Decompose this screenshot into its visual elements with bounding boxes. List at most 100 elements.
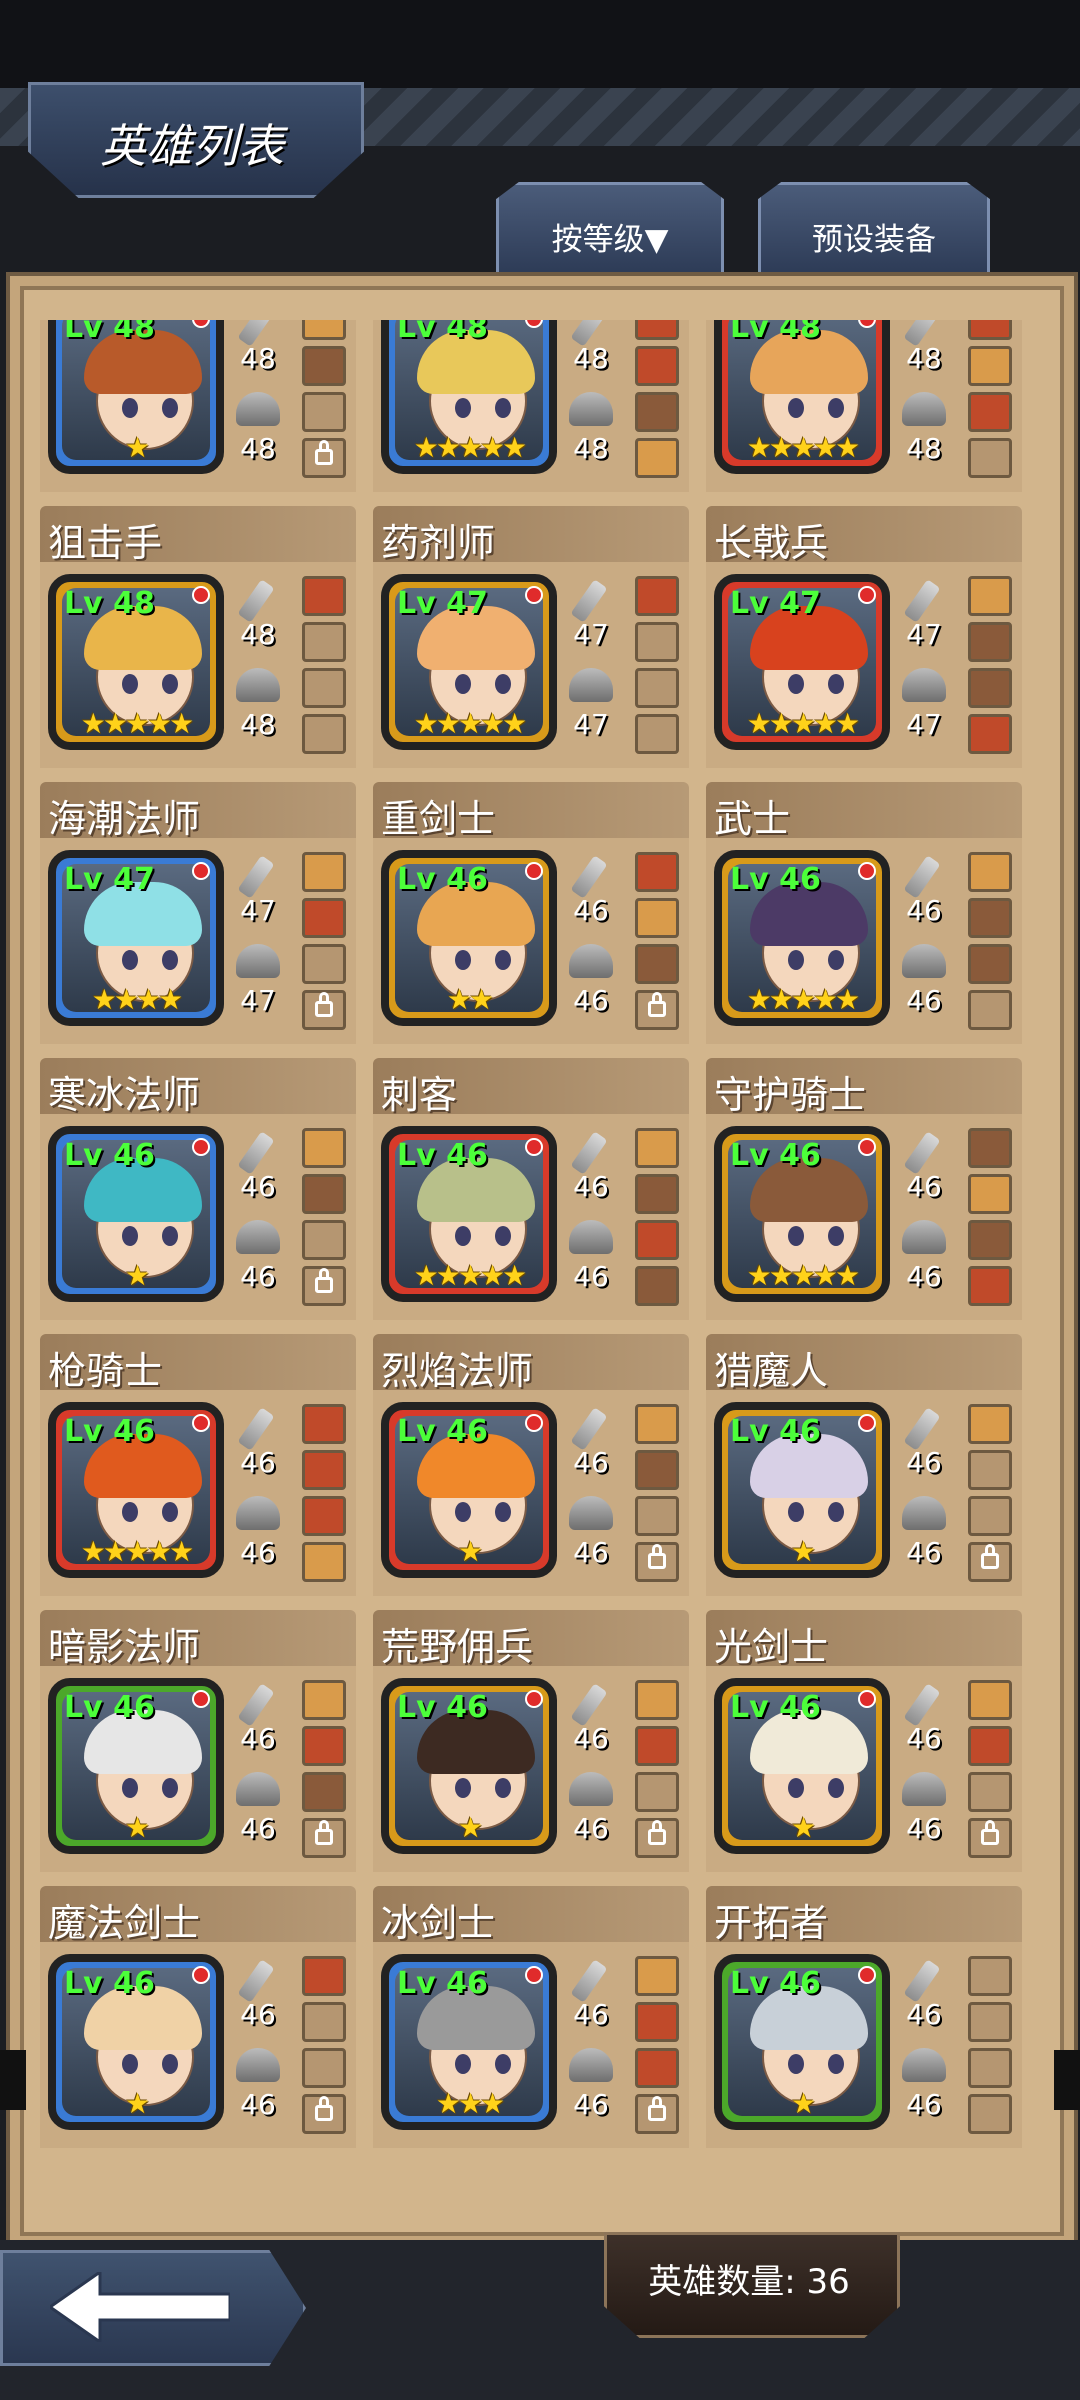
equipment-slot[interactable] bbox=[635, 2048, 679, 2088]
equipment-slot[interactable] bbox=[635, 1680, 679, 1720]
equipment-slot[interactable] bbox=[635, 1496, 679, 1536]
hero-card[interactable]: 重剑士 Lv 46 ★★ 46 46 bbox=[373, 782, 689, 1044]
equipment-slot[interactable] bbox=[302, 346, 346, 386]
equipment-slot[interactable] bbox=[968, 1174, 1012, 1214]
sort-by-level-button[interactable]: 按等级▼ bbox=[496, 182, 724, 277]
hero-portrait[interactable]: Lv 46 ★ bbox=[714, 1402, 890, 1578]
equipment-slot[interactable] bbox=[635, 346, 679, 386]
equipment-slot[interactable] bbox=[968, 1726, 1012, 1766]
equipment-slot[interactable] bbox=[635, 438, 679, 478]
equipment-slot[interactable] bbox=[302, 990, 346, 1030]
equipment-slot[interactable] bbox=[968, 1956, 1012, 1996]
hero-portrait[interactable]: Lv 46 ★★★★★ bbox=[714, 850, 890, 1026]
hero-portrait[interactable]: Lv 46 ★ bbox=[381, 1402, 557, 1578]
hero-portrait[interactable]: Lv 47 ★★★★ bbox=[48, 850, 224, 1026]
hero-card[interactable]: 冰剑士 Lv 46 ★★★ 46 46 bbox=[373, 1886, 689, 2148]
equipment-slot[interactable] bbox=[968, 2002, 1012, 2042]
equipment-slot[interactable] bbox=[635, 714, 679, 754]
hero-card[interactable]: 寒冰法师 Lv 46 ★ 46 46 bbox=[40, 1058, 356, 1320]
hero-portrait[interactable]: Lv 46 ★ bbox=[714, 1954, 890, 2130]
hero-card[interactable]: 开拓者 Lv 46 ★ 46 46 bbox=[706, 1886, 1022, 2148]
equipment-slot[interactable] bbox=[302, 668, 346, 708]
equipment-slot[interactable] bbox=[302, 1128, 346, 1168]
equipment-slot[interactable] bbox=[968, 1496, 1012, 1536]
hero-portrait[interactable]: Lv 48 ★★★★★ bbox=[48, 574, 224, 750]
equipment-slot[interactable] bbox=[968, 1542, 1012, 1582]
equipment-slot[interactable] bbox=[968, 622, 1012, 662]
hero-card[interactable]: 狙击手 Lv 48 ★★★★★ 48 48 bbox=[40, 506, 356, 768]
equipment-slot[interactable] bbox=[635, 898, 679, 938]
equipment-slot[interactable] bbox=[968, 1404, 1012, 1444]
equipment-slot[interactable] bbox=[302, 576, 346, 616]
equipment-slot[interactable] bbox=[968, 1818, 1012, 1858]
equipment-slot[interactable] bbox=[635, 1266, 679, 1306]
equipment-slot[interactable] bbox=[302, 2048, 346, 2088]
hero-portrait[interactable]: Lv 48 ★ bbox=[48, 320, 224, 474]
equipment-slot[interactable] bbox=[302, 392, 346, 432]
equipment-slot[interactable] bbox=[635, 944, 679, 984]
equipment-slot[interactable] bbox=[302, 1726, 346, 1766]
equipment-slot[interactable] bbox=[968, 320, 1012, 340]
equipment-slot[interactable] bbox=[302, 622, 346, 662]
hero-portrait[interactable]: Lv 46 ★ bbox=[381, 1678, 557, 1854]
equipment-slot[interactable] bbox=[968, 1220, 1012, 1260]
equipment-slot[interactable] bbox=[968, 990, 1012, 1030]
equipment-slot[interactable] bbox=[302, 852, 346, 892]
hero-card[interactable]: 海潮法师 Lv 47 ★★★★ 47 47 bbox=[40, 782, 356, 1044]
hero-card[interactable]: 刺客 Lv 46 ★★★★★ 46 46 bbox=[373, 1058, 689, 1320]
equipment-slot[interactable] bbox=[635, 2094, 679, 2134]
equipment-slot[interactable] bbox=[968, 2094, 1012, 2134]
hero-portrait[interactable]: Lv 46 ★ bbox=[48, 1126, 224, 1302]
hero-portrait[interactable]: Lv 46 ★ bbox=[714, 1678, 890, 1854]
hero-portrait[interactable]: Lv 46 ★★ bbox=[381, 850, 557, 1026]
hero-card[interactable]: 猎魔人 Lv 46 ★ 46 46 bbox=[706, 1334, 1022, 1596]
equipment-slot[interactable] bbox=[302, 898, 346, 938]
equipment-slot[interactable] bbox=[302, 1772, 346, 1812]
equipment-slot[interactable] bbox=[968, 944, 1012, 984]
equipment-slot[interactable] bbox=[302, 1680, 346, 1720]
hero-portrait[interactable]: Lv 47 ★★★★★ bbox=[381, 574, 557, 750]
equipment-slot[interactable] bbox=[968, 852, 1012, 892]
equipment-slot[interactable] bbox=[968, 1680, 1012, 1720]
equipment-slot[interactable] bbox=[302, 320, 346, 340]
equipment-slot[interactable] bbox=[968, 392, 1012, 432]
hero-portrait[interactable]: Lv 46 ★★★★★ bbox=[381, 1126, 557, 1302]
equipment-slot[interactable] bbox=[302, 1496, 346, 1536]
hero-card[interactable]: 光剑士 Lv 46 ★ 46 46 bbox=[706, 1610, 1022, 1872]
hero-portrait[interactable]: Lv 46 ★★★ bbox=[381, 1954, 557, 2130]
equipment-slot[interactable] bbox=[968, 714, 1012, 754]
equipment-slot[interactable] bbox=[302, 2094, 346, 2134]
equipment-slot[interactable] bbox=[302, 438, 346, 478]
equipment-slot[interactable] bbox=[302, 1404, 346, 1444]
hero-portrait[interactable]: Lv 46 ★ bbox=[48, 1678, 224, 1854]
equipment-slot[interactable] bbox=[968, 668, 1012, 708]
equipment-slot[interactable] bbox=[968, 1772, 1012, 1812]
equipment-slot[interactable] bbox=[968, 438, 1012, 478]
equipment-slot[interactable] bbox=[302, 944, 346, 984]
equipment-slot[interactable] bbox=[302, 1542, 346, 1582]
hero-portrait[interactable]: Lv 46 ★★★★★ bbox=[48, 1402, 224, 1578]
hero-card[interactable]: Lv 48 ★★★★★ 48 48 bbox=[373, 320, 689, 492]
equipment-slot[interactable] bbox=[635, 1542, 679, 1582]
equipment-slot[interactable] bbox=[968, 898, 1012, 938]
hero-card[interactable]: Lv 48 ★★★★★ 48 48 bbox=[706, 320, 1022, 492]
hero-portrait[interactable]: Lv 48 ★★★★★ bbox=[381, 320, 557, 474]
equipment-slot[interactable] bbox=[635, 1128, 679, 1168]
hero-card[interactable]: 枪骑士 Lv 46 ★★★★★ 46 46 bbox=[40, 1334, 356, 1596]
equipment-slot[interactable] bbox=[635, 1726, 679, 1766]
hero-portrait[interactable]: Lv 46 ★ bbox=[48, 1954, 224, 2130]
equipment-slot[interactable] bbox=[635, 1174, 679, 1214]
hero-card[interactable]: 守护骑士 Lv 46 ★★★★★ 46 46 bbox=[706, 1058, 1022, 1320]
equipment-slot[interactable] bbox=[635, 576, 679, 616]
preset-equipment-button[interactable]: 预设装备 bbox=[758, 182, 990, 277]
equipment-slot[interactable] bbox=[635, 622, 679, 662]
hero-card[interactable]: 长戟兵 Lv 47 ★★★★★ 47 47 bbox=[706, 506, 1022, 768]
hero-portrait[interactable]: Lv 48 ★★★★★ bbox=[714, 320, 890, 474]
equipment-slot[interactable] bbox=[968, 1266, 1012, 1306]
equipment-slot[interactable] bbox=[635, 668, 679, 708]
hero-portrait[interactable]: Lv 46 ★★★★★ bbox=[714, 1126, 890, 1302]
hero-card[interactable]: 荒野佣兵 Lv 46 ★ 46 46 bbox=[373, 1610, 689, 1872]
equipment-slot[interactable] bbox=[968, 576, 1012, 616]
equipment-slot[interactable] bbox=[302, 1450, 346, 1490]
equipment-slot[interactable] bbox=[635, 1450, 679, 1490]
